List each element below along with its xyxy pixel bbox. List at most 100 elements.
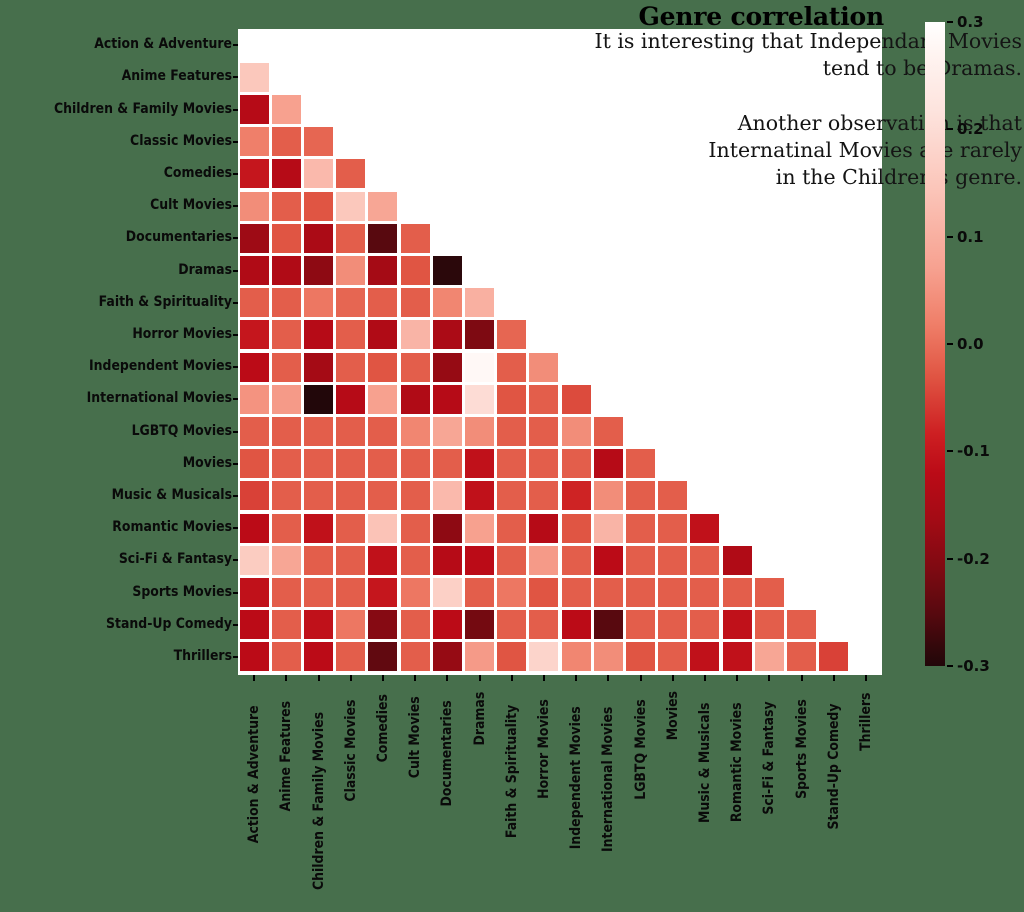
heatmap-cell [690, 642, 720, 672]
x-axis-tick [349, 675, 352, 681]
colorbar-tick [947, 128, 953, 131]
heatmap-cell [464, 288, 495, 318]
heatmap-cell [529, 449, 559, 479]
heatmap-cell [368, 191, 398, 221]
y-axis-label: Independent Movies [89, 358, 232, 375]
colorbar-tick [947, 557, 953, 560]
x-axis-label: Dramas [471, 691, 488, 746]
y-axis-label: Horror Movies [132, 325, 232, 342]
heatmap-cell [722, 577, 752, 608]
heatmap-cell [464, 577, 495, 608]
heatmap-cell [303, 159, 334, 189]
heatmap-cell [432, 513, 462, 543]
heatmap-cell [625, 513, 656, 543]
x-axis-tick [542, 675, 545, 681]
x-axis-label: Action & Adventure [246, 705, 263, 844]
heatmap-cell [690, 610, 720, 640]
x-axis-tick [703, 675, 706, 681]
heatmap-cell [690, 545, 720, 575]
y-axis-label: Sports Movies [132, 583, 232, 600]
heatmap-cell [336, 481, 366, 511]
heatmap-cell [271, 255, 301, 286]
heatmap-cell [625, 481, 656, 511]
x-axis-tick [736, 675, 739, 681]
heatmap-cell [303, 223, 334, 253]
heatmap-cell [271, 513, 301, 543]
y-axis-tick [233, 301, 238, 304]
heatmap-cell [529, 545, 559, 575]
y-axis-label: LGBTQ Movies [131, 422, 232, 439]
heatmap-cell [239, 449, 269, 479]
heatmap-cell [497, 481, 527, 511]
heatmap-cell [271, 159, 301, 189]
heatmap-cell [271, 94, 301, 125]
heatmap-cell [432, 320, 462, 350]
heatmap-cell [303, 320, 334, 350]
heatmap-cell [432, 545, 462, 575]
heatmap-cell [239, 255, 269, 286]
heatmap-cell [271, 127, 301, 157]
heatmap-cell [529, 513, 559, 543]
y-axis-tick [233, 623, 238, 626]
heatmap-cell [819, 642, 849, 672]
x-axis-tick [478, 675, 481, 681]
heatmap-cell [432, 288, 462, 318]
heatmap-cell [464, 384, 495, 414]
heatmap-cell [239, 416, 269, 447]
colorbar-tick-label: -0.2 [957, 549, 990, 568]
heatmap-cell [432, 416, 462, 447]
x-axis: Action & Adventure Anime Features Children… [238, 675, 882, 910]
heatmap-cell [658, 577, 688, 608]
heatmap-cell [400, 288, 430, 318]
x-axis-tick [414, 675, 417, 681]
heatmap-cell [529, 610, 559, 640]
heatmap-cell [303, 577, 334, 608]
colorbar-tick [947, 450, 953, 453]
heatmap-cell [271, 320, 301, 350]
y-axis-tick [233, 398, 238, 401]
heatmap-cell [561, 449, 591, 479]
heatmap-cell [303, 191, 334, 221]
heatmap-cell [658, 481, 688, 511]
y-axis-tick [233, 559, 238, 562]
x-axis-label: LGBTQ Movies [632, 699, 649, 800]
heatmap-plot-area [238, 29, 882, 675]
colorbar-tick-label: -0.3 [957, 657, 990, 675]
x-axis-tick [639, 675, 642, 681]
heatmap-cell [497, 416, 527, 447]
y-axis-tick [233, 76, 238, 79]
heatmap-cell [239, 545, 269, 575]
y-axis-label: Cult Movies [150, 197, 232, 214]
heatmap-cell [786, 642, 817, 672]
heatmap-cell [561, 384, 591, 414]
x-axis-label: Horror Movies [535, 699, 552, 799]
heatmap-cell [432, 352, 462, 382]
y-axis-label: Thrillers [173, 647, 232, 664]
x-axis-label: Independent Movies [568, 706, 585, 850]
heatmap-cell [593, 610, 623, 640]
heatmap-cell [658, 513, 688, 543]
heatmap-cell [593, 513, 623, 543]
y-axis-tick [233, 462, 238, 465]
heatmap-cell [239, 577, 269, 608]
x-axis-label: Comedies [374, 694, 391, 763]
x-axis-label: Documentaries [439, 700, 456, 807]
y-axis-label: Children & Family Movies [53, 100, 233, 117]
heatmap-cell [303, 416, 334, 447]
chart-title: Genre correlation [638, 2, 884, 31]
x-axis-tick [285, 675, 288, 681]
heatmap-cell [271, 223, 301, 253]
heatmap-cell [336, 449, 366, 479]
heatmap-cell [239, 62, 269, 92]
heatmap-cell [432, 449, 462, 479]
colorbar-tick-label: 0.2 [957, 120, 984, 139]
heatmap-cell [400, 320, 430, 350]
heatmap-cell [271, 449, 301, 479]
heatmap-cell [239, 352, 269, 382]
heatmap-cell [368, 449, 398, 479]
heatmap-cell [336, 288, 366, 318]
heatmap-cell [658, 642, 688, 672]
heatmap-cell [271, 191, 301, 221]
y-axis-label: Comedies [163, 164, 232, 181]
heatmap-cell [271, 577, 301, 608]
